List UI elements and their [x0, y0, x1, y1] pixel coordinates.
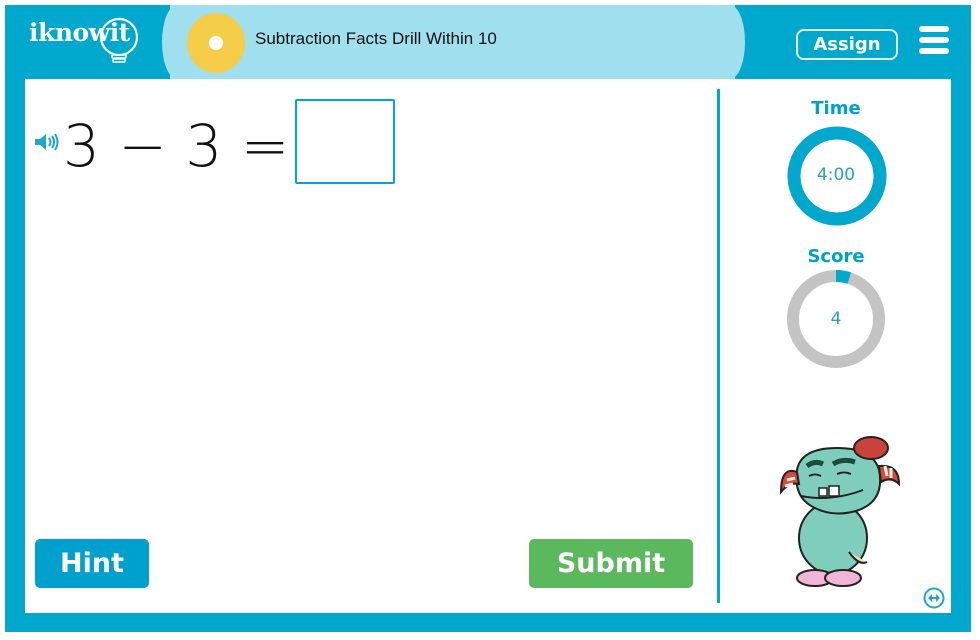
panel-divider [717, 89, 720, 603]
time-label: Time [811, 98, 861, 119]
score-ring-progress [835, 270, 852, 284]
assign-button[interactable]: Assign [796, 29, 898, 60]
submit-button[interactable]: Submit [529, 539, 693, 588]
time-value: 4:00 [816, 165, 856, 185]
disc-dot [209, 36, 223, 50]
activity-title: Subtraction Facts Drill Within 10 [255, 29, 497, 48]
speaker-icon[interactable] [33, 131, 61, 153]
activity-disc-icon [187, 13, 245, 73]
monster-mascot [775, 430, 905, 590]
hamburger-menu-icon[interactable] [919, 26, 951, 56]
hint-button[interactable]: Hint [35, 539, 149, 588]
equation-text: 3 − 3 = [63, 112, 290, 180]
answer-input[interactable] [295, 99, 395, 184]
score-value: 4 [830, 309, 842, 329]
expand-arrows-icon[interactable] [923, 587, 945, 609]
score-label: Score [807, 246, 865, 267]
lightbulb-icon [97, 17, 141, 65]
